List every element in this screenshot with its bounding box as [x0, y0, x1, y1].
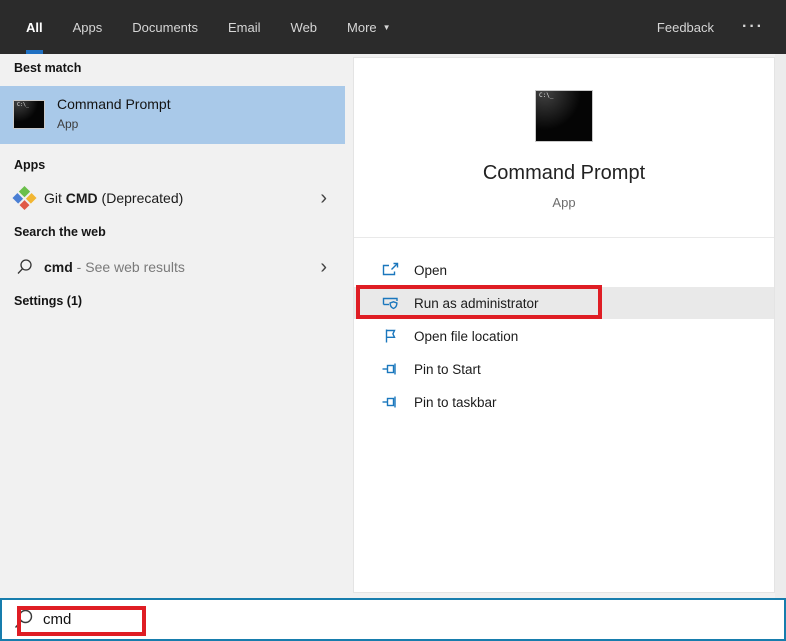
search-input[interactable]: [43, 611, 643, 628]
search-results-panel: Best match C:\_ Command Prompt App Apps …: [0, 54, 353, 598]
git-cmd-icon: [12, 185, 37, 211]
search-filter-bar: All Apps Documents Email Web More ▼ Feed…: [0, 0, 786, 54]
best-match-result-command-prompt[interactable]: C:\_ Command Prompt App: [0, 86, 345, 144]
action-run-as-administrator-label: Run as administrator: [414, 295, 539, 311]
git-cmd-label-prefix: Git: [44, 190, 66, 206]
tab-all[interactable]: All: [26, 0, 43, 54]
tab-web[interactable]: Web: [291, 0, 318, 54]
settings-section-header: Settings (1): [14, 294, 83, 308]
git-cmd-label-match: CMD: [65, 190, 98, 206]
git-cmd-label-suffix: (Deprecated): [97, 190, 184, 206]
result-web-search-cmd[interactable]: cmd - See web results ›: [0, 248, 345, 286]
preview-app-subtitle: App: [552, 195, 576, 210]
action-open-file-location[interactable]: Open file location: [354, 320, 774, 352]
tab-apps[interactable]: Apps: [73, 0, 103, 54]
search-icon: [14, 609, 33, 628]
shield-icon: [382, 297, 398, 310]
action-pin-to-start[interactable]: Pin to Start: [354, 353, 774, 385]
tab-more[interactable]: More ▼: [347, 0, 391, 54]
action-open-label: Open: [414, 262, 448, 278]
web-search-suffix: - See web results: [72, 259, 185, 275]
action-pin-to-taskbar[interactable]: Pin to taskbar: [354, 386, 774, 418]
command-prompt-icon-large: C:\_: [535, 90, 593, 142]
result-git-cmd[interactable]: Git CMD (Deprecated) ›: [0, 180, 345, 216]
apps-section-header: Apps: [14, 158, 46, 172]
action-pin-to-start-label: Pin to Start: [414, 361, 481, 377]
action-pin-to-taskbar-label: Pin to taskbar: [414, 394, 497, 410]
chevron-right-icon[interactable]: ›: [320, 188, 327, 208]
app-actions-list: Open Run as administrator Open file loca…: [354, 254, 774, 419]
best-match-header: Best match: [14, 61, 82, 75]
more-options-icon[interactable]: ···: [742, 18, 764, 36]
pin-icon: [382, 363, 396, 375]
search-web-header: Search the web: [14, 225, 106, 239]
app-preview-panel: C:\_ Command Prompt App Open Run as admi…: [353, 57, 775, 593]
tab-more-label: More: [347, 19, 377, 35]
pin-icon: [382, 396, 396, 408]
tab-documents[interactable]: Documents: [132, 0, 198, 54]
feedback-button[interactable]: Feedback: [657, 20, 714, 35]
open-icon: [382, 262, 399, 276]
best-match-title: Command Prompt: [57, 96, 171, 112]
action-open[interactable]: Open: [354, 254, 774, 286]
command-prompt-icon: C:\_: [13, 100, 45, 129]
action-open-file-location-label: Open file location: [414, 328, 519, 344]
taskbar-search-box[interactable]: [0, 598, 786, 641]
scrollbar-gutter[interactable]: [775, 54, 786, 598]
search-icon: [17, 259, 32, 274]
preview-app-title: Command Prompt: [482, 162, 646, 184]
chevron-right-icon[interactable]: ›: [320, 257, 327, 277]
action-run-as-administrator[interactable]: Run as administrator: [354, 287, 774, 319]
preview-divider: [354, 237, 774, 238]
caret-down-icon: ▼: [382, 22, 391, 32]
folder-location-icon: [385, 329, 396, 343]
web-search-query: cmd: [44, 259, 73, 275]
tab-email[interactable]: Email: [228, 0, 261, 54]
best-match-subtitle: App: [57, 117, 79, 131]
windows-search-panel: All Apps Documents Email Web More ▼ Feed…: [0, 0, 786, 641]
